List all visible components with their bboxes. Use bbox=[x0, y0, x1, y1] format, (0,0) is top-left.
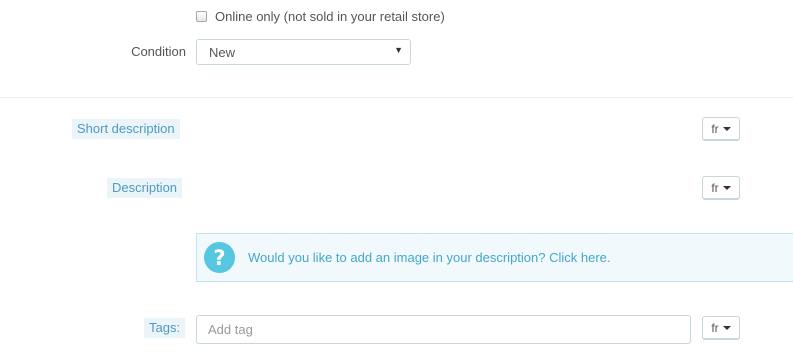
section-divider bbox=[0, 97, 793, 98]
description-language-button[interactable]: fr bbox=[702, 176, 740, 200]
tags-language-code: fr bbox=[711, 320, 719, 335]
caret-down-icon bbox=[722, 126, 731, 131]
image-hint-alert: ? Would you like to add an image in your… bbox=[196, 233, 793, 282]
short-description-language-code: fr bbox=[711, 121, 719, 136]
short-description-language-button[interactable]: fr bbox=[702, 117, 740, 141]
condition-select[interactable]: New ▼ bbox=[196, 39, 411, 65]
tags-label: Tags: bbox=[144, 318, 186, 338]
question-circle-icon: ? bbox=[204, 242, 235, 273]
short-description-label: Short description bbox=[72, 119, 180, 139]
condition-selected-value: New bbox=[209, 44, 236, 60]
chevron-down-icon: ▼ bbox=[394, 45, 403, 55]
description-language-code: fr bbox=[711, 180, 719, 195]
tags-input[interactable] bbox=[196, 315, 691, 344]
description-label: Description bbox=[107, 178, 183, 198]
online-only-checkbox[interactable] bbox=[196, 10, 207, 22]
add-image-link[interactable]: Would you like to add an image in your d… bbox=[248, 250, 611, 265]
condition-label: Condition bbox=[131, 44, 186, 59]
tags-language-button[interactable]: fr bbox=[702, 316, 740, 340]
caret-down-icon bbox=[722, 185, 731, 190]
online-only-option[interactable]: Online only (not sold in your retail sto… bbox=[196, 7, 445, 25]
online-only-label: Online only (not sold in your retail sto… bbox=[215, 8, 445, 24]
caret-down-icon bbox=[722, 325, 731, 330]
